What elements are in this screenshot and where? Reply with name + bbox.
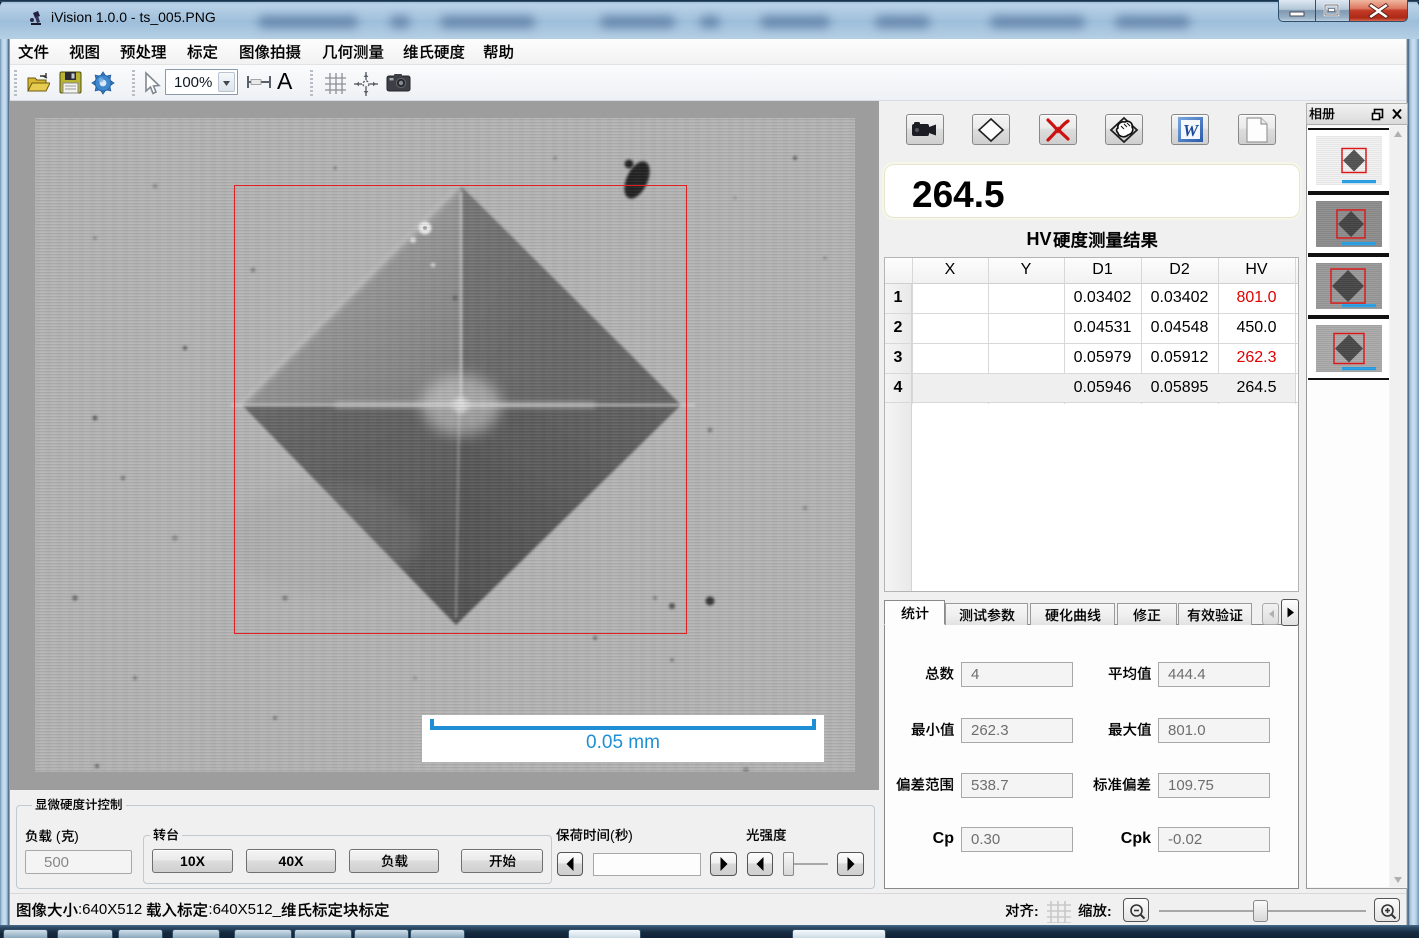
svg-text:W: W (1182, 121, 1199, 140)
